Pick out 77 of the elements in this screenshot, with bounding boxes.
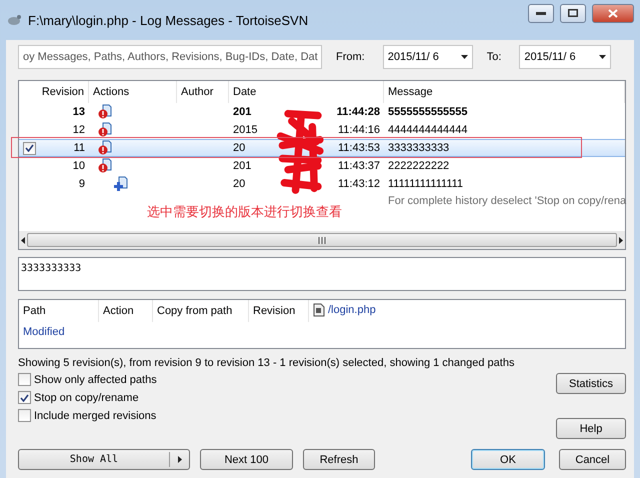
checkbox-label: Show only affected paths <box>34 374 157 386</box>
scroll-left-icon <box>21 236 25 244</box>
close-button[interactable] <box>592 4 634 22</box>
row-checkbox[interactable] <box>23 142 36 154</box>
maximize-icon <box>568 9 578 17</box>
refresh-button[interactable]: Refresh <box>303 449 375 470</box>
annotation-text: 选中需要切换的版本进行切换查看 <box>147 203 342 221</box>
column-header[interactable]: Author <box>177 81 229 103</box>
message-text: 3333333333 <box>388 142 450 154</box>
date-text: 2015 <box>233 124 258 136</box>
revision-number: 13 <box>72 106 85 118</box>
side-button[interactable]: Help <box>556 418 626 439</box>
revision-number: 9 <box>78 178 85 190</box>
message-box[interactable]: 3333333333 <box>18 257 626 291</box>
status-text: Showing 5 revision(s), from revision 9 to revision 13 - 1 revision(s) selected, showing 1 changed paths <box>18 357 516 369</box>
modified-file-icon <box>97 140 113 156</box>
maximize-button[interactable] <box>560 4 586 22</box>
date-text: 201 <box>233 160 252 172</box>
scrollbar-thumb[interactable] <box>27 233 617 247</box>
date-text: 201 <box>233 106 252 118</box>
minimize-button[interactable] <box>528 4 554 22</box>
column-header[interactable]: Revision <box>19 81 89 103</box>
scroll-right-icon <box>619 236 623 244</box>
column-header[interactable]: Action <box>99 300 153 322</box>
checkbox-label: Include merged revisions <box>34 410 156 422</box>
column-header[interactable]: Message <box>384 81 625 103</box>
to-label: To: <box>486 51 502 63</box>
checkmark-icon <box>25 144 34 152</box>
search-field[interactable]: oy Messages, Paths, Authors, Revisions, Bug-IDs, Date, Dat <box>18 45 322 69</box>
dropdown-arrow-icon <box>178 456 182 463</box>
next-button[interactable]: Next 100 <box>200 449 293 470</box>
date-text: 11:44:16 <box>338 124 380 136</box>
revision-number: 11 <box>74 142 85 154</box>
added-file-icon <box>113 176 129 192</box>
show-all-button[interactable]: Show All <box>18 449 190 470</box>
message-text: 5555555555555 <box>388 106 468 118</box>
from-label: From: <box>336 51 365 63</box>
dropdown-caret-icon <box>599 55 606 59</box>
revision-number: 12 <box>72 124 85 136</box>
turtle-app-icon <box>6 12 22 28</box>
ok-button[interactable]: OK <box>471 449 545 470</box>
checkbox[interactable] <box>18 373 31 386</box>
column-header[interactable]: Date <box>229 81 384 103</box>
file-icon <box>313 303 325 317</box>
modified-file-icon <box>97 122 113 138</box>
date-text: 11:44:28 <box>336 106 380 118</box>
column-header[interactable]: Path <box>19 300 99 322</box>
window-title: F:\mary\login.php - Log Messages - TortoiseSVN <box>28 12 310 28</box>
from-date-picker[interactable]: 2015/11/ 6 <box>382 45 473 69</box>
checkbox[interactable] <box>18 409 31 422</box>
action-text: Modified <box>23 326 65 338</box>
dropdown-caret-icon <box>460 55 468 59</box>
message-text: 11111111111111 <box>388 178 464 190</box>
checkmark-icon <box>20 394 29 402</box>
minimize-icon <box>536 12 546 14</box>
column-header[interactable]: Actions <box>89 81 177 103</box>
cancel-button[interactable]: Cancel <box>559 449 626 470</box>
selected-log-row[interactable]: 11 20 11:43:53 3333333333 <box>19 139 625 157</box>
checkbox[interactable] <box>18 391 31 404</box>
path-link[interactable]: /login.php <box>328 304 376 316</box>
modified-file-icon <box>97 104 113 120</box>
close-icon <box>608 8 618 18</box>
revision-number: 10 <box>72 160 85 172</box>
to-date-picker[interactable]: 2015/11/ 6 <box>519 45 612 69</box>
date-text: 11:43:12 <box>338 178 380 190</box>
date-text: 20 <box>233 142 246 154</box>
column-header[interactable]: Copy from path <box>153 300 249 322</box>
checkbox-label: Stop on copy/rename <box>34 392 139 404</box>
date-text: 11:43:37 <box>338 160 380 172</box>
message-text: 2222222222 <box>388 160 450 172</box>
side-button[interactable]: Statistics <box>556 373 626 394</box>
message-text: 4444444444444 <box>388 124 468 136</box>
modified-file-icon <box>97 158 113 174</box>
date-text: 11:43:53 <box>338 142 380 154</box>
date-text: 20 <box>233 178 246 190</box>
grip-icon <box>318 236 326 244</box>
column-header[interactable]: Revision <box>249 300 309 322</box>
